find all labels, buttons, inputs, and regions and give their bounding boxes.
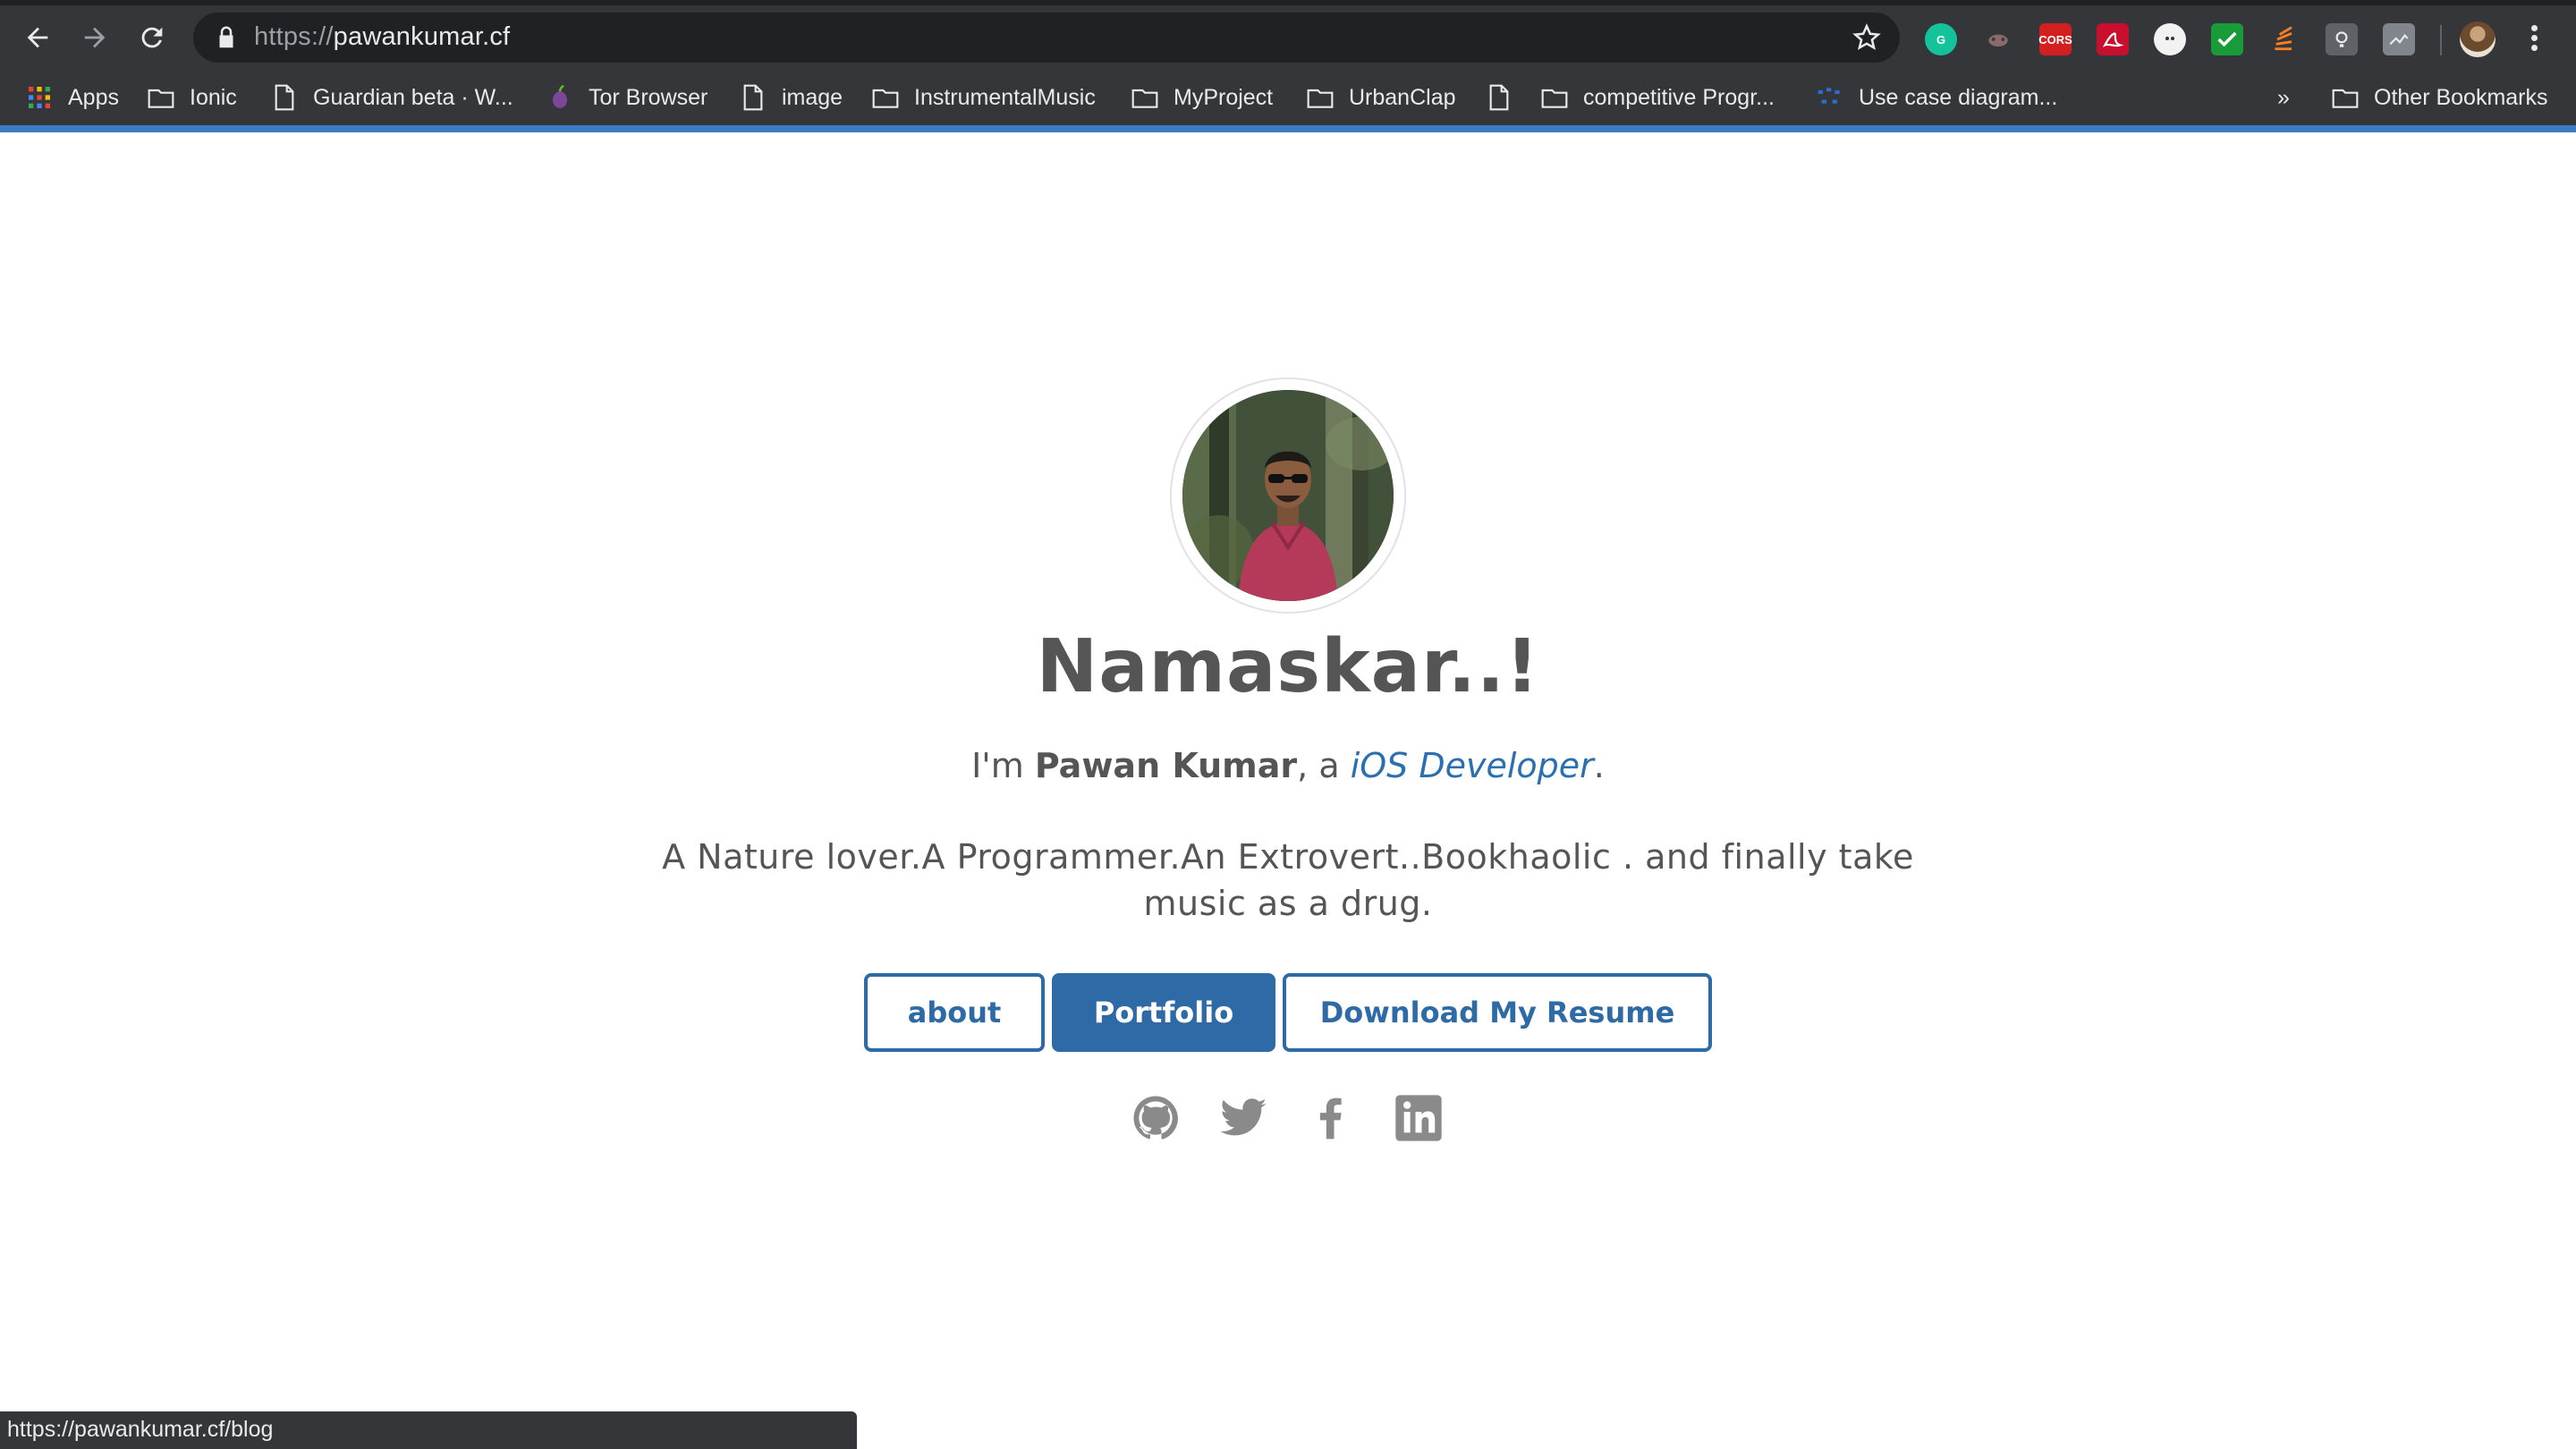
stack-icon[interactable] [2268,23,2301,55]
diagram-icon [1816,83,1844,112]
bookmark-guardian[interactable]: Guardian beta · W... [270,70,513,125]
bookmark-star-icon[interactable] [1852,22,1882,53]
folder-icon [1306,83,1335,112]
bookmark-apps[interactable]: Apps [25,70,119,125]
url-scheme: https:// [254,22,334,51]
bookmark-myproject[interactable]: MyProject [1131,70,1273,125]
page-content: Namaskar..! I'm Pawan Kumar, a iOS Devel… [0,134,2576,1449]
author-name: Pawan Kumar [1034,746,1298,785]
overflow-label: » [2277,84,2290,110]
apps-grid-icon [25,83,54,112]
bookmark-untitled-page[interactable] [1485,70,1528,125]
forward-button[interactable] [75,18,114,57]
check-icon[interactable] [2211,23,2243,55]
bookmark-label: InstrumentalMusic [914,84,1096,110]
page-icon [739,83,767,112]
folder-icon [147,83,175,112]
bookmark-label: Ionic [190,84,237,110]
bookmark-label: image [782,84,843,110]
cors-label: CORS [2038,32,2072,47]
link-status-tooltip: https://pawankumar.cf/blog [0,1411,857,1449]
bookmark-label: Tor Browser [589,84,708,110]
other-bookmarks-label: Other Bookmarks [2374,84,2548,110]
about-button[interactable]: about [864,973,1045,1052]
bulb-icon[interactable] [2326,23,2358,55]
toolbar-separator [2440,25,2442,55]
url-text[interactable]: https://pawankumar.cf [254,22,510,52]
page-title: Namaskar..! [1036,624,1540,709]
bookmark-label: competitive Progr... [1583,84,1775,110]
pdf-icon[interactable] [2097,23,2129,55]
bookmark-label: UrbanClap [1349,84,1456,110]
onion-icon [546,83,574,112]
back-arrow-icon [27,27,48,48]
bookmark-use-case-diagram[interactable]: Use case diagram... [1816,70,2057,125]
bookmark-instrumentalmusic[interactable]: InstrumentalMusic [871,70,1096,125]
portfolio-button[interactable]: Portfolio [1052,973,1275,1052]
url-host: pawankumar.cf [333,22,511,51]
folder-icon [1131,83,1159,112]
bookmark-urbanclap[interactable]: UrbanClap [1306,70,1456,125]
grammarly-icon[interactable]: G [1925,23,1957,55]
other-bookmarks[interactable]: Other Bookmarks [2331,70,2548,125]
bookmark-image[interactable]: image [739,70,843,125]
intro-prefix: I'm [971,746,1035,785]
bookmarks-bar: Apps Ionic Guardian beta · W... Tor Brow… [0,70,2576,132]
bookmark-label: Use case diagram... [1859,84,2058,110]
bookmark-label: MyProject [1174,84,1274,110]
twitter-icon[interactable] [1218,1093,1268,1143]
bug-icon[interactable] [1982,23,2014,55]
forward-arrow-icon [84,27,106,48]
bookmarks-overflow-button[interactable]: » [2277,70,2290,125]
intro-mid: , a [1297,746,1351,785]
page-icon [270,83,299,112]
linkedin-icon[interactable] [1394,1093,1444,1143]
bookmark-competitive-programming[interactable]: competitive Progr... [1540,70,1775,125]
chrome-menu-icon[interactable] [2521,21,2547,59]
address-bar[interactable]: https://pawankumar.cf [193,13,1900,63]
bookmark-label: Apps [68,84,119,110]
folder-icon [871,83,900,112]
folder-icon [1540,83,1569,112]
intro-line: I'm Pawan Kumar, a iOS Developer. [0,746,2576,785]
github-icon[interactable] [1131,1093,1181,1143]
facebook-icon[interactable] [1306,1093,1356,1143]
ghostery-icon[interactable] [2154,23,2186,55]
folder-icon [2331,83,2360,112]
bookmark-ionic[interactable]: Ionic [147,70,237,125]
bookmark-label: Guardian beta · W... [313,84,513,110]
profile-photo-frame [1170,377,1406,614]
page-icon [1485,83,1513,112]
intro-suffix: . [1593,746,1605,785]
profile-avatar[interactable] [2460,21,2496,57]
screenshot-icon[interactable] [2383,23,2415,55]
profile-photo [1182,390,1394,601]
reload-icon [141,27,163,48]
bookmark-tor-browser[interactable]: Tor Browser [546,70,708,125]
back-button[interactable] [18,18,57,57]
role-text: iOS Developer [1350,746,1594,785]
lock-icon [219,26,233,48]
tagline: A Nature lover.A Programmer.An Extrovert… [662,837,1914,923]
cors-icon[interactable]: CORS [2038,23,2072,55]
download-resume-button[interactable]: Download My Resume [1283,973,1712,1052]
browser-toolbar: https://pawankumar.cf G CORS [0,0,2576,70]
reload-button[interactable] [132,18,172,57]
